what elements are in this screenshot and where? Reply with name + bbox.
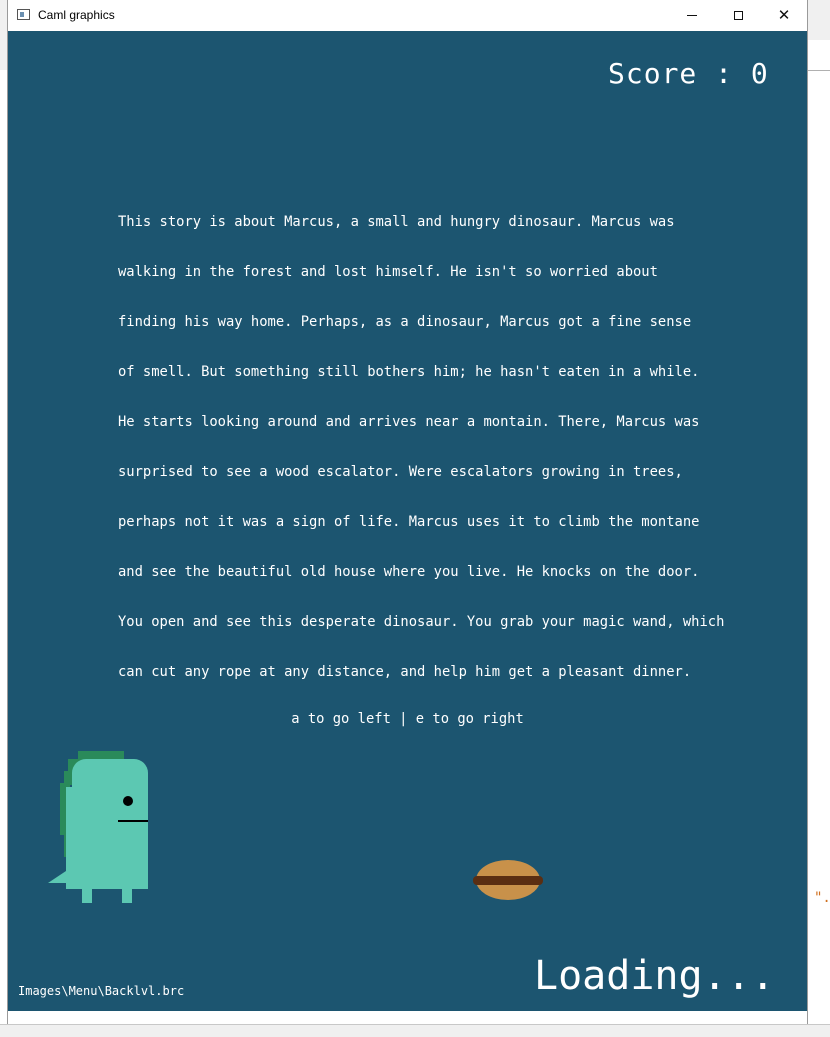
maximize-icon [733,11,743,20]
app-icon [17,9,30,20]
dino-eye [123,796,133,806]
close-button[interactable]: ✕ [761,0,807,31]
background-app-text: ". [814,890,830,906]
burger-sprite [473,860,543,900]
title-bar[interactable]: Caml graphics ✕ [8,0,807,31]
background-app-status-bar [0,1024,830,1037]
dinosaur-sprite [48,751,148,903]
story-line: perhaps not it was a sign of life. Marcu… [118,514,700,530]
caml-graphics-window: Caml graphics ✕ Score : 0 This story is … [8,0,807,1036]
story-line: walking in the forest and lost himself. … [118,264,658,280]
story-line: You open and see this desperate dinosaur… [118,614,725,630]
score-display: Score : 0 [608,57,769,90]
story-line: He starts looking around and arrives nea… [118,414,700,430]
dino-mouth [118,820,148,822]
minimize-icon [687,15,697,16]
background-app-right-panel [808,40,830,1036]
background-app-divider [808,70,830,71]
controls-hint: a to go left | e to go right [291,711,524,727]
story-line: of smell. But something still bothers hi… [118,364,700,380]
game-canvas[interactable]: Score : 0 This story is about Marcus, a … [8,31,807,1011]
story-line: finding his way home. Perhaps, as a dino… [118,314,692,330]
close-icon: ✕ [777,6,791,24]
window-title: Caml graphics [38,8,115,22]
level-file-path: Images\Menu\Backlvl.brc [18,984,185,998]
story-line: This story is about Marcus, a small and … [118,214,675,230]
story-line: surprised to see a wood escalator. Were … [118,464,683,480]
story-line: can cut any rope at any distance, and he… [118,664,692,680]
story-text: This story is about Marcus, a small and … [118,209,758,709]
story-line: and see the beautiful old house where yo… [118,564,700,580]
loading-text: Loading... [534,953,775,999]
minimize-button[interactable] [669,0,715,31]
maximize-button[interactable] [715,0,761,31]
